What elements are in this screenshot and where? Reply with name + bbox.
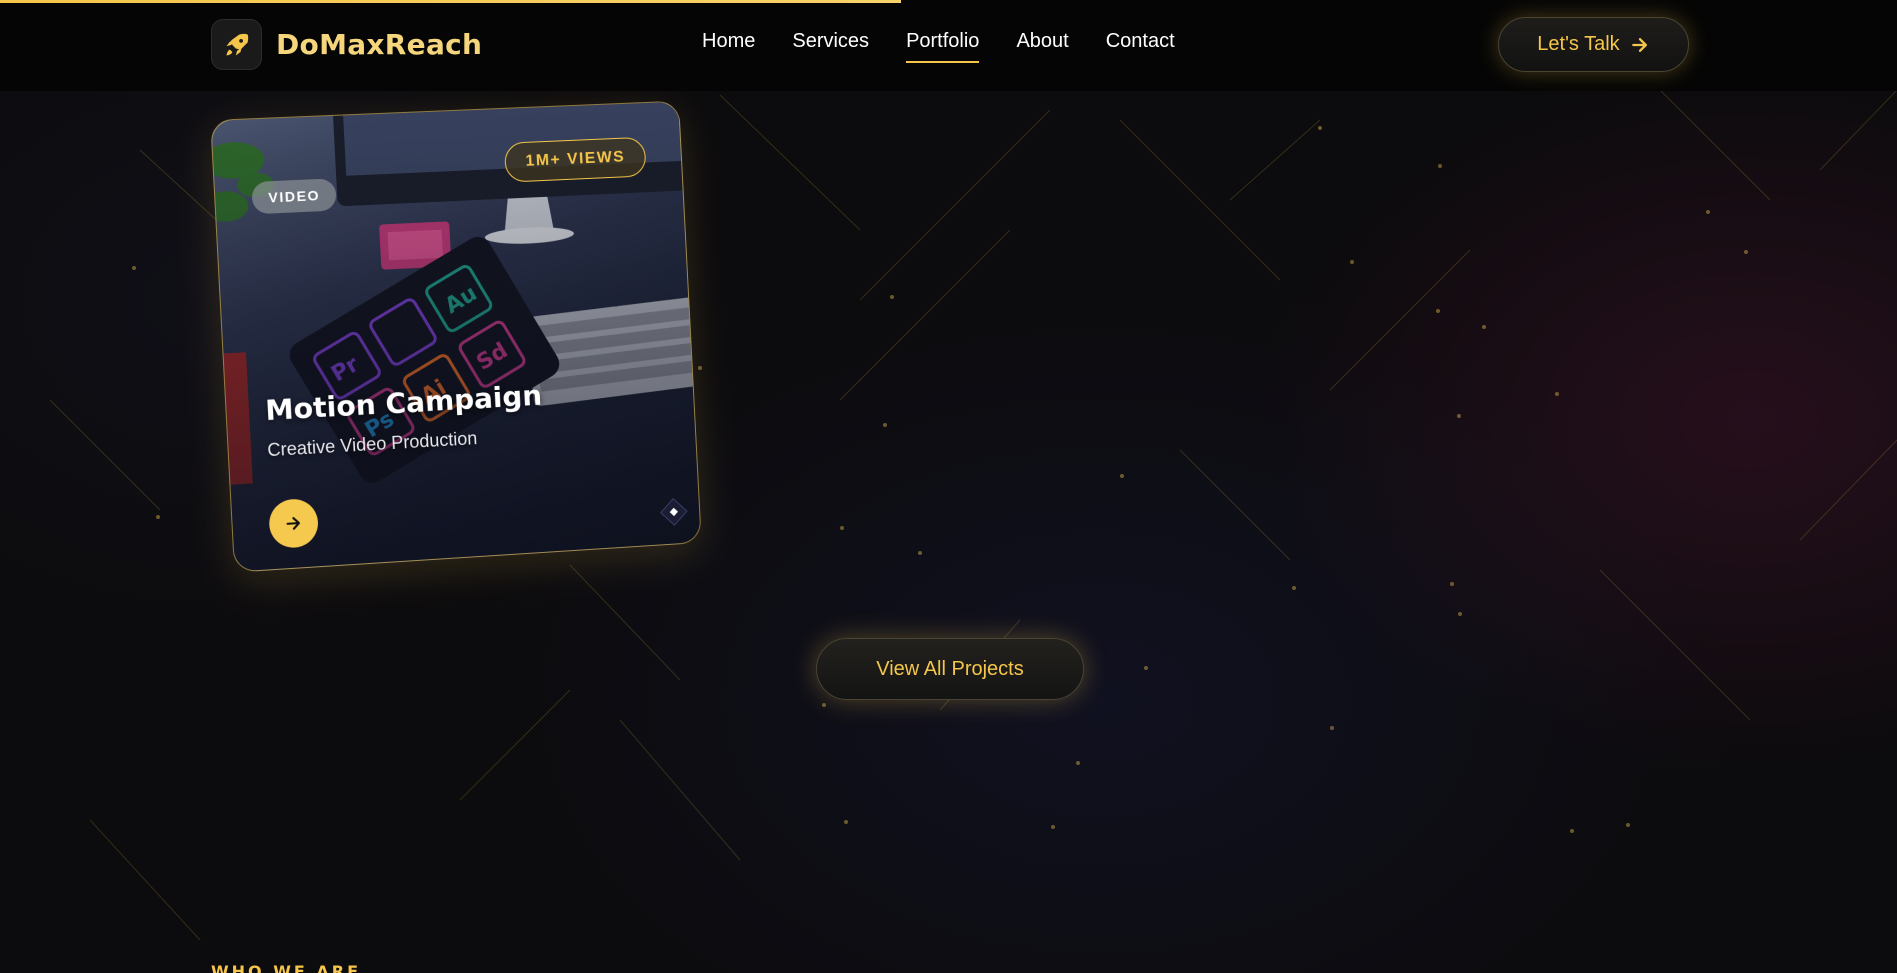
main-nav: Home Services Portfolio About Contact <box>702 30 1175 63</box>
views-badge: 1M+ VIEWS <box>503 136 647 183</box>
brand-logo[interactable]: DoMaxReach <box>211 19 482 70</box>
nav-item-contact[interactable]: Contact <box>1106 30 1175 63</box>
nav-item-portfolio[interactable]: Portfolio <box>906 30 980 63</box>
category-badge: VIDEO <box>251 178 338 215</box>
lets-talk-label: Let's Talk <box>1537 33 1620 55</box>
arrow-right-icon <box>284 514 303 533</box>
scroll-progress-bar <box>0 0 901 3</box>
portfolio-card[interactable]: Au Pr Ai Sd Ps VIDEO 1M+ VIEWS Motion Ca… <box>210 100 702 573</box>
arrow-right-icon <box>1631 37 1647 52</box>
site-header: DoMaxReach Home Services Portfolio About… <box>0 0 1897 91</box>
who-we-are-label: WHO WE ARE <box>211 962 361 973</box>
nav-item-home[interactable]: Home <box>702 30 755 63</box>
view-all-projects-button[interactable]: View All Projects <box>816 638 1084 700</box>
rocket-icon <box>211 19 262 70</box>
nav-item-about[interactable]: About <box>1016 30 1068 63</box>
brand-name: DoMaxReach <box>276 28 483 61</box>
lets-talk-button[interactable]: Let's Talk <box>1498 17 1689 72</box>
nav-item-services[interactable]: Services <box>792 30 869 63</box>
